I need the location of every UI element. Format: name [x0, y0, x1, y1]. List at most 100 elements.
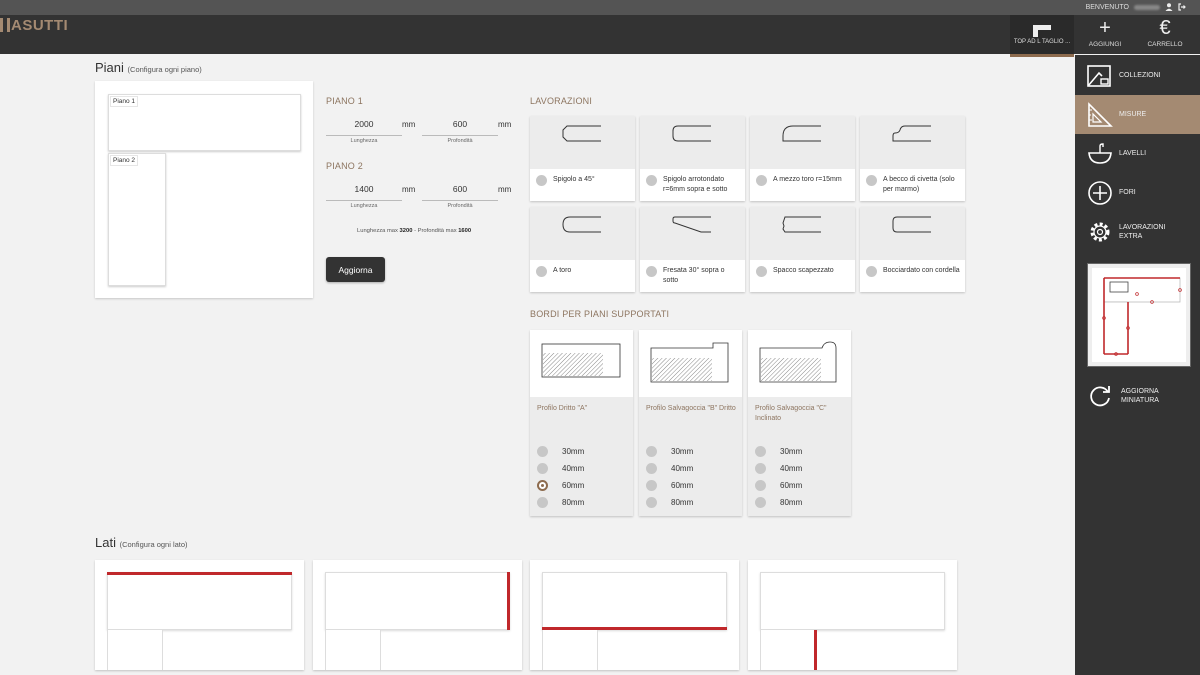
- bordo-option[interactable]: 40mm: [755, 463, 802, 474]
- welcome-label: BENVENUTO: [1085, 3, 1129, 11]
- edge-highlight: [814, 630, 817, 670]
- sidebar-item-collezioni[interactable]: COLLEZIONI: [1075, 56, 1200, 95]
- cart-button[interactable]: € CARRELLO: [1143, 15, 1187, 55]
- update-button[interactable]: Aggiorna: [326, 257, 385, 282]
- edge-highlight: [107, 572, 292, 575]
- lato-card-3[interactable]: [530, 560, 739, 670]
- lavorazione-card[interactable]: Spacco scapezzato: [750, 207, 855, 292]
- refresh-icon: [1087, 383, 1113, 409]
- lavorazione-label: A toro: [553, 267, 572, 274]
- profile-a-drawing: [541, 343, 621, 378]
- lati-title: Lati (Configura ogni lato): [95, 535, 188, 550]
- lavorazione-card[interactable]: A toro: [530, 207, 635, 292]
- edge-profile-ogee-icon: [892, 125, 931, 142]
- euro-icon: €: [1159, 17, 1171, 39]
- unit-label: mm: [498, 120, 512, 129]
- bordo-option[interactable]: 30mm: [537, 446, 584, 457]
- piano-2-heading: PIANO 2: [326, 161, 363, 171]
- lavorazione-label: Spacco scapezzato: [773, 267, 834, 274]
- unit-label: mm: [402, 185, 416, 194]
- user-icon[interactable]: [1165, 3, 1173, 11]
- sidebar-item-lavelli[interactable]: LAVELLI: [1075, 134, 1200, 173]
- right-sidebar: COLLEZIONI MISURE LAVELLI FORI LAVORAZIO…: [1075, 55, 1200, 675]
- bordo-option[interactable]: 80mm: [537, 497, 584, 508]
- brand-logo[interactable]: ASUTTI: [0, 17, 68, 34]
- countertop-icon: [1031, 20, 1053, 38]
- edge-profile-split-icon: [782, 216, 821, 233]
- lati-subtitle: (Configura ogni lato): [119, 540, 188, 549]
- depth-caption: Profondità: [447, 203, 473, 209]
- lato-card-2[interactable]: [313, 560, 522, 670]
- top-strip: BENVENUTO: [0, 0, 1200, 15]
- bordo-option[interactable]: 60mm: [755, 480, 802, 491]
- tab-top-cut-label: TOP AD L TAGLIO ...: [1013, 39, 1071, 45]
- bordo-profile-c-card[interactable]: Profilo Salvagoccia "C" Inclinato 30mm 4…: [748, 330, 851, 516]
- sidebar-item-label: COLLEZIONI: [1119, 72, 1161, 79]
- sidebar-item-fori[interactable]: FORI: [1075, 173, 1200, 212]
- bordo-option[interactable]: 30mm: [646, 446, 693, 457]
- add-button-label: AGGIUNGI: [1088, 41, 1122, 48]
- piano-1-shape[interactable]: Piano 1: [108, 94, 301, 151]
- lato-card-1[interactable]: [95, 560, 304, 670]
- preview-thumbnail[interactable]: [1087, 263, 1191, 367]
- lavorazione-card[interactable]: Fresata 30° sopra o sotto: [640, 207, 745, 292]
- bordi-heading: BORDI PER PIANI SUPPORTATI: [530, 309, 670, 319]
- bordo-option[interactable]: 80mm: [646, 497, 693, 508]
- sidebar-item-label: LAVORAZIONI EXTRA: [1119, 223, 1166, 240]
- sidebar-item-misure[interactable]: MISURE: [1075, 95, 1200, 134]
- edge-profile-bullnose-icon: [562, 216, 601, 233]
- main-content: Piani (Configura ogni piano) Piano 1 Pia…: [80, 55, 980, 675]
- logo-text: ASUTTI: [11, 17, 69, 34]
- refresh-thumbnail-button[interactable]: AGGIORNA MINIATURA: [1087, 383, 1181, 409]
- refresh-label: AGGIORNA MINIATURA: [1121, 388, 1159, 404]
- edge-profile-rounded-icon: [672, 125, 711, 142]
- bordo-profile-b-card[interactable]: Profilo Salvagoccia "B" Dritto 30mm 40mm…: [639, 330, 742, 516]
- bordo-option[interactable]: 80mm: [755, 497, 802, 508]
- bordo-option[interactable]: 40mm: [537, 463, 584, 474]
- max-size-note: Lunghezza max 3200 - Profondità max 1600: [357, 228, 472, 234]
- piano-1-tag: Piano 1: [110, 96, 139, 107]
- sidebar-item-label: FORI: [1119, 189, 1136, 196]
- set-square-icon: [1087, 101, 1113, 128]
- piano-2-shape[interactable]: Piano 2: [108, 153, 166, 286]
- bordo-profile-name: Profilo Salvagoccia "B" Dritto: [646, 405, 736, 412]
- piano-1-depth-input[interactable]: 600: [422, 119, 498, 136]
- bordo-profile-name: Profilo Dritto "A": [537, 405, 588, 412]
- bordo-option[interactable]: 40mm: [646, 463, 693, 474]
- welcome-area: BENVENUTO: [1086, 3, 1186, 11]
- logout-icon[interactable]: [1178, 3, 1186, 11]
- username-blurred: [1134, 4, 1160, 10]
- profile-c-drawing: [759, 341, 837, 383]
- add-button[interactable]: + AGGIUNGI: [1083, 15, 1127, 55]
- lavorazione-card[interactable]: Bocciardato con cordella: [860, 207, 965, 292]
- lavorazione-label: Fresata 30° sopra o sotto: [663, 267, 725, 284]
- lato-card-4[interactable]: [748, 560, 957, 670]
- edge-highlight: [542, 627, 727, 630]
- lavorazione-card[interactable]: A becco di civetta (solo per marmo): [860, 116, 965, 201]
- lavorazione-label: Bocciardato con cordella: [883, 267, 960, 274]
- bordo-option[interactable]: 60mm: [646, 480, 693, 491]
- piano-2-depth-input[interactable]: 600: [422, 184, 498, 201]
- edge-profile-bevel-30-icon: [672, 216, 711, 233]
- sidebar-item-lavorazioni-extra[interactable]: LAVORAZIONI EXTRA: [1075, 212, 1200, 251]
- lavorazione-card[interactable]: A mezzo toro r=15mm: [750, 116, 855, 201]
- plus-icon: +: [1099, 17, 1111, 39]
- lavorazione-label: A mezzo toro r=15mm: [773, 176, 842, 183]
- piano-2-length-input[interactable]: 1400: [326, 184, 402, 201]
- lavorazione-card[interactable]: Spigolo a 45°: [530, 116, 635, 201]
- bordo-option[interactable]: 30mm: [755, 446, 802, 457]
- piano-1-length-input[interactable]: 2000: [326, 119, 402, 136]
- tab-top-cut[interactable]: TOP AD L TAGLIO ...: [1010, 15, 1074, 57]
- bordo-profile-a-card[interactable]: Profilo Dritto "A" 30mm 40mm 60mm 80mm: [530, 330, 633, 516]
- gear-icon: [1087, 219, 1113, 245]
- lavorazione-card[interactable]: Spigolo arrotondato r=6mm sopra e sotto: [640, 116, 745, 201]
- piano-2-tag: Piano 2: [110, 155, 139, 166]
- edge-profile-45-icon: [562, 125, 601, 142]
- depth-caption: Profondità: [447, 138, 473, 144]
- bordo-option-selected[interactable]: 60mm: [537, 480, 584, 491]
- length-caption: Lunghezza: [350, 203, 378, 209]
- sink-icon: [1087, 141, 1113, 167]
- unit-label: mm: [402, 120, 416, 129]
- plus-circle-icon: [1087, 180, 1113, 206]
- unit-label: mm: [498, 185, 512, 194]
